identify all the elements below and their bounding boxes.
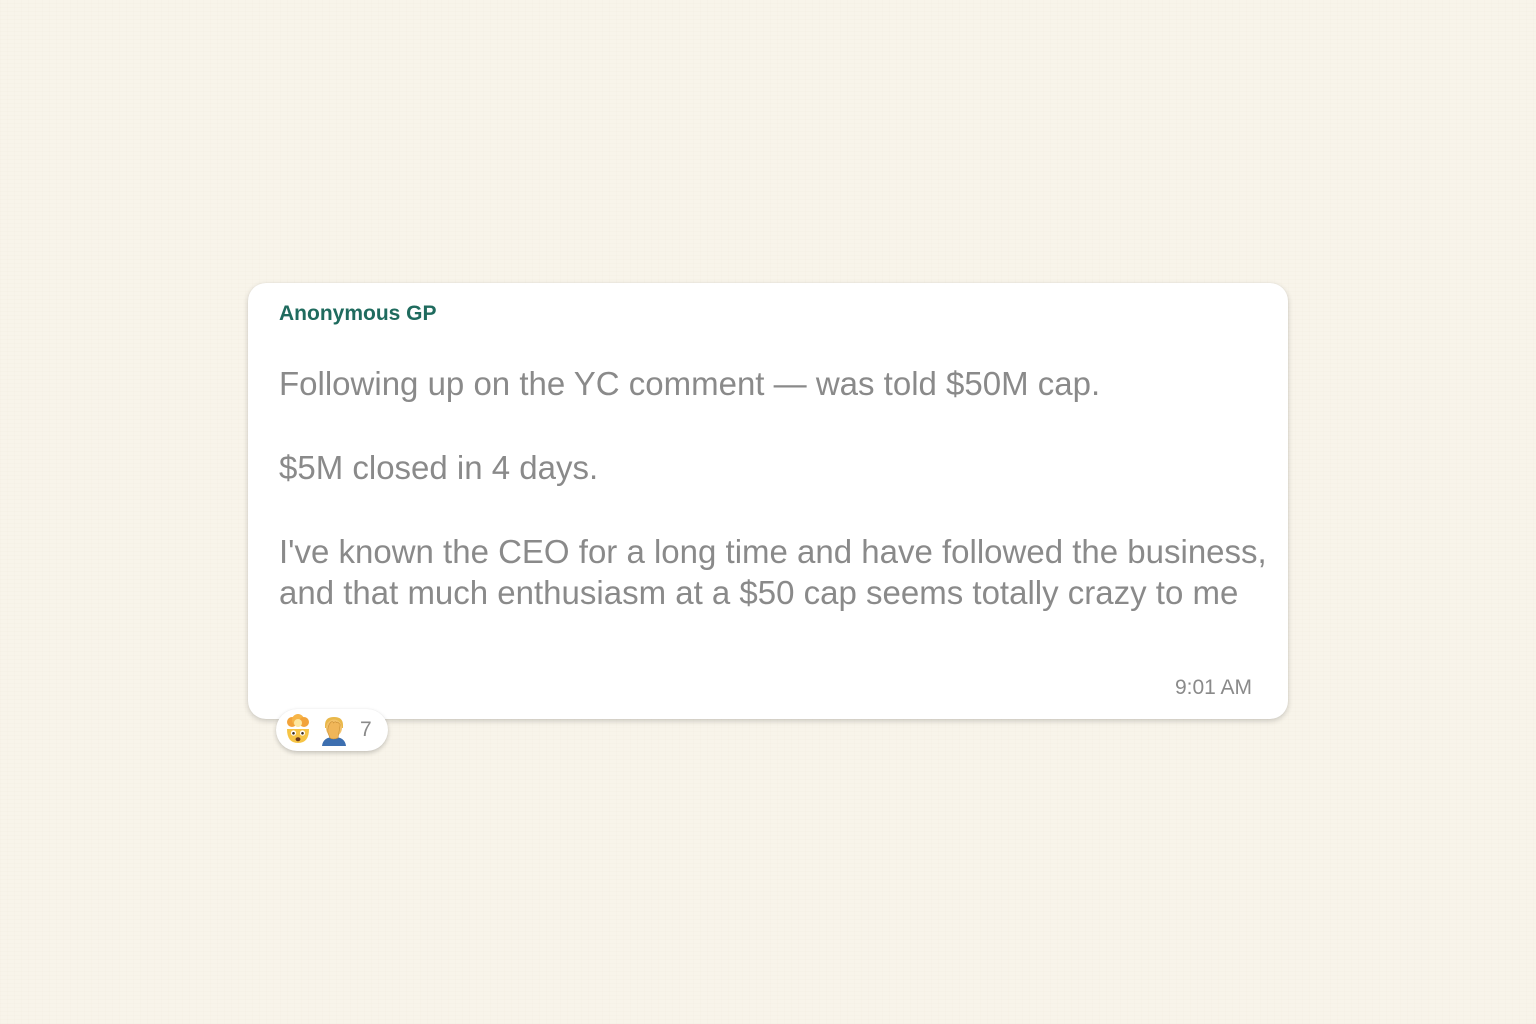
message-paragraph: Following up on the YC comment — was tol…	[279, 365, 1101, 402]
reaction-count: 7	[360, 718, 372, 741]
message-body: Following up on the YC comment — was tol…	[279, 363, 1269, 613]
message-bubble[interactable]: Anonymous GP Following up on the YC comm…	[248, 283, 1288, 719]
message-paragraph: $5M closed in 4 days.	[279, 449, 599, 486]
facepalm-icon[interactable]	[318, 714, 350, 746]
reactions-pill[interactable]: 7	[276, 709, 388, 751]
exploding-head-icon[interactable]	[282, 714, 314, 746]
message-paragraph: I've known the CEO for a long time and h…	[279, 533, 1267, 611]
sender-name[interactable]: Anonymous GP	[279, 301, 437, 327]
message-timestamp: 9:01 AM	[1174, 676, 1252, 699]
